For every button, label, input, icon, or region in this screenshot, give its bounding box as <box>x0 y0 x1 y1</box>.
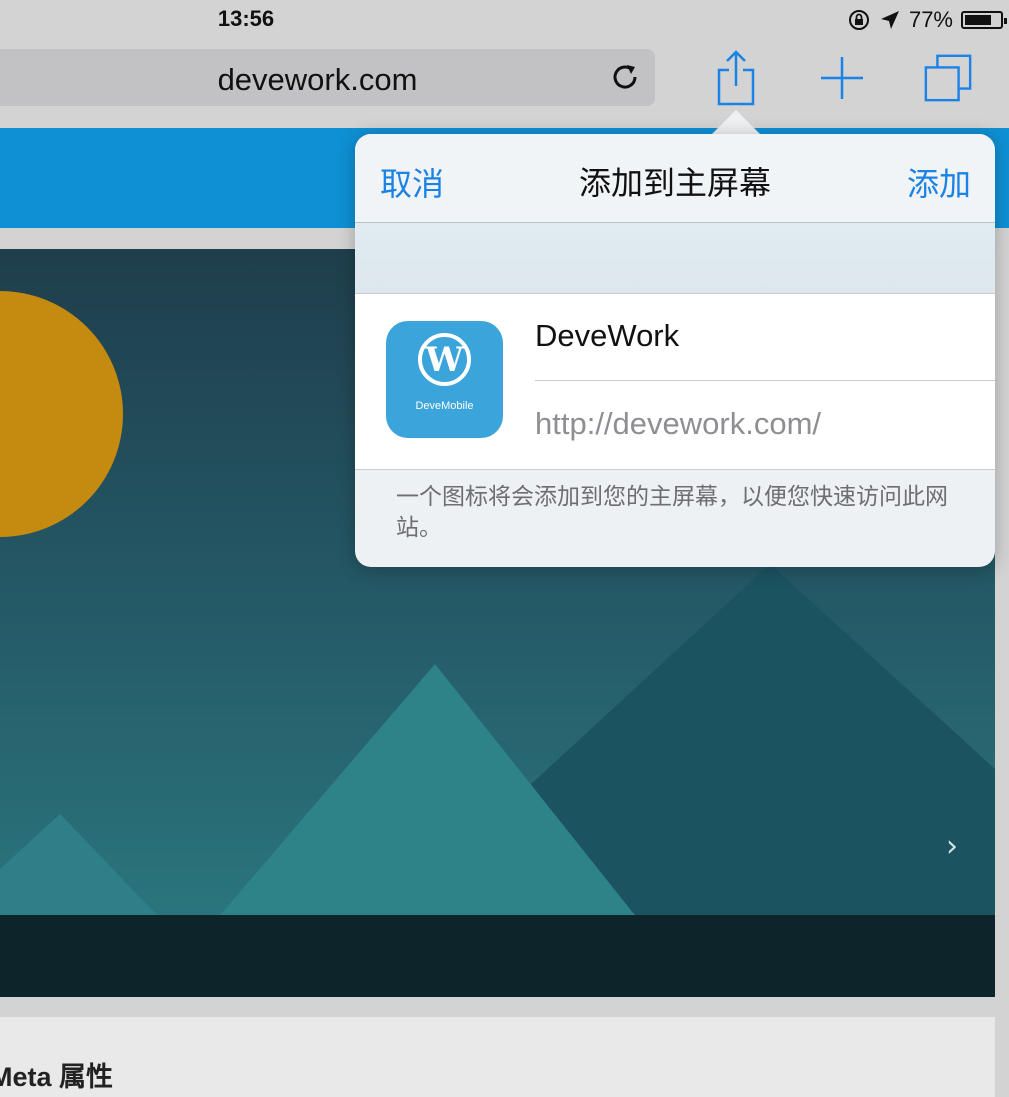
address-bar[interactable]: devework.com <box>0 49 655 106</box>
sun-shape <box>0 291 123 537</box>
share-button[interactable] <box>710 48 762 108</box>
hero-next-icon[interactable]: › <box>946 829 958 864</box>
content-card: Meta 属性 <box>0 1017 995 1097</box>
popover-title: 添加到主屏幕 <box>578 164 771 202</box>
app-icon: W DeveMobile <box>386 321 503 438</box>
battery-percent: 77% <box>908 7 953 32</box>
status-time: 13:56 <box>217 6 275 31</box>
wordpress-logo-icon: W <box>418 333 471 386</box>
battery-icon <box>961 11 1007 29</box>
name-field[interactable]: DeveWork <box>535 318 679 354</box>
field-divider <box>535 380 995 381</box>
popover-arrow <box>712 110 760 134</box>
content-heading: Meta 属性 <box>0 1062 114 1092</box>
share-icon <box>717 50 755 106</box>
add-to-home-popover: 取消 添加到主屏幕 添加 W DeveMobile DeveWork http:… <box>355 134 995 567</box>
reload-icon[interactable] <box>609 61 641 93</box>
url-text: devework.com <box>217 62 418 97</box>
add-tab-button[interactable] <box>816 48 868 108</box>
add-button[interactable]: 添加 <box>907 159 971 205</box>
add-tab-icon <box>821 57 863 99</box>
location-arrow-icon <box>880 11 899 29</box>
app-icon-label: DeveMobile <box>415 400 474 412</box>
status-indicators: 77% <box>847 6 1007 34</box>
tabs-icon <box>924 54 972 102</box>
popover-footer-text: 一个图标将会添加到您的主屏幕，以便您快速访问此网站。 <box>396 484 948 541</box>
tabs-button[interactable] <box>922 48 974 108</box>
popover-spacer <box>355 223 995 293</box>
hero-caption-bar <box>0 915 995 997</box>
popover-nav-bar: 取消 添加到主屏幕 添加 <box>355 134 995 223</box>
rotation-lock-icon <box>848 10 869 30</box>
browser-toolbar: devework.com <box>0 40 1009 129</box>
status-bar: 13:56 77% <box>0 0 1009 40</box>
url-field: http://devework.com/ <box>535 406 822 441</box>
bookmark-item: W DeveMobile DeveWork http://devework.co… <box>355 293 995 470</box>
